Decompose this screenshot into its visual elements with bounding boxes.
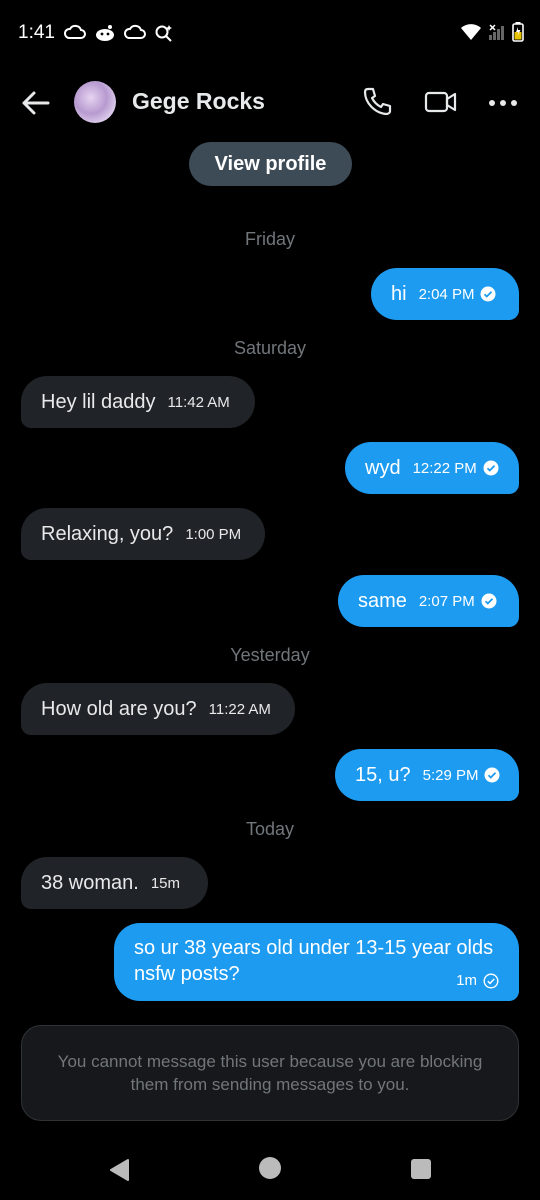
message-bubble-outgoing[interactable]: 15, u? 5:29 PM <box>335 749 519 801</box>
message-time: 2:04 PM <box>418 285 475 303</box>
date-divider: Today <box>245 819 295 839</box>
more-options-button[interactable] <box>488 96 518 108</box>
video-call-button[interactable] <box>424 88 458 116</box>
avatar[interactable] <box>74 81 116 123</box>
message-text: wyd <box>365 456 401 479</box>
message-time: 11:42 AM <box>167 393 230 411</box>
date-divider: Friday <box>244 229 295 249</box>
cloud-icon <box>64 24 86 39</box>
message-text: same <box>358 589 407 612</box>
back-arrow-icon <box>22 91 50 115</box>
nav-back-icon[interactable] <box>108 1158 130 1182</box>
message-time: 12:22 PM <box>412 459 477 477</box>
battery-icon <box>512 22 524 42</box>
message-bubble-incoming[interactable]: Hey lil daddy 11:42 AM <box>21 376 255 428</box>
signal-icon <box>489 24 504 40</box>
message-time: 15m <box>150 874 181 892</box>
read-check-icon <box>483 460 499 476</box>
nav-home-icon[interactable] <box>259 1157 281 1179</box>
cloud-icon <box>124 24 146 39</box>
message-bubble-incoming[interactable]: Relaxing, you? 1:00 PM <box>21 508 265 560</box>
reddit-icon <box>96 25 114 41</box>
date-divider: Yesterday <box>230 645 310 665</box>
message-bubble-outgoing[interactable]: same 2:07 PM <box>338 575 519 627</box>
message-text: 38 woman. <box>41 871 139 894</box>
blocked-notice: You cannot message this user because you… <box>21 1025 519 1121</box>
call-button[interactable] <box>362 86 392 118</box>
message-time: 1m <box>456 972 477 989</box>
more-icon <box>489 100 517 106</box>
read-check-icon <box>484 767 500 783</box>
message-bubble-incoming[interactable]: How old are you? 11:22 AM <box>21 683 295 735</box>
video-icon <box>424 91 457 113</box>
conversation-header: Gege Rocks <box>0 66 540 140</box>
nav-recents-icon[interactable] <box>411 1159 431 1179</box>
message-text: 15, u? <box>355 763 411 786</box>
date-divider: Saturday <box>233 338 307 358</box>
read-check-icon <box>481 593 497 609</box>
status-bar: 1:41 <box>0 0 540 66</box>
message-text: Relaxing, you? <box>41 522 174 545</box>
message-bubble-outgoing[interactable]: wyd 12:22 PM <box>345 442 519 494</box>
back-button[interactable] <box>20 88 54 118</box>
message-time: 11:22 AM <box>208 700 271 718</box>
message-time: 5:29 PM <box>422 766 479 784</box>
message-bubble-outgoing[interactable]: so ur 38 years old under 13-15 year olds… <box>114 923 519 1001</box>
message-meta: 1m <box>456 972 499 989</box>
message-time: 2:07 PM <box>418 592 475 610</box>
message-text: Hey lil daddy <box>41 390 156 413</box>
message-bubble-incoming[interactable]: 38 woman. 15m <box>21 857 208 909</box>
notification-icons <box>64 24 174 42</box>
message-text: hi <box>391 282 407 305</box>
message-text: so ur 38 years old under 13-15 year olds… <box>134 937 494 985</box>
read-check-icon <box>480 286 496 302</box>
contact-name[interactable]: Gege Rocks <box>132 88 265 115</box>
system-nav-bar <box>0 1140 540 1200</box>
phone-icon <box>363 87 392 116</box>
message-time: 1:00 PM <box>185 525 242 543</box>
system-icons <box>460 22 524 42</box>
search-sparkle-icon <box>155 25 172 42</box>
sent-check-icon <box>483 972 499 989</box>
wifi-icon <box>461 24 481 40</box>
message-bubble-outgoing[interactable]: hi 2:04 PM <box>371 268 519 320</box>
view-profile-button[interactable]: View profile <box>189 142 352 186</box>
status-time: 1:41 <box>18 22 55 43</box>
message-text: How old are you? <box>41 697 197 720</box>
